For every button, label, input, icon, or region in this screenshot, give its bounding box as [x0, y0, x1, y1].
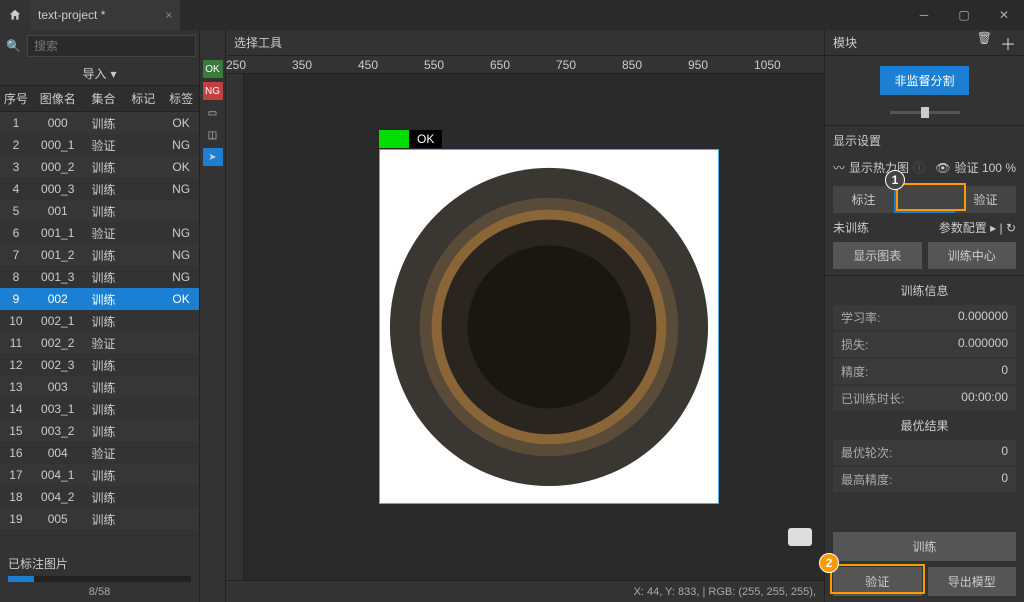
- table-row[interactable]: 5001训练: [0, 200, 199, 222]
- table-row[interactable]: 1000训练OK: [0, 112, 199, 134]
- table-row[interactable]: 16004验证: [0, 442, 199, 464]
- titlebar: text-project * × ─ ▢ ✕: [0, 0, 1024, 30]
- select-tool[interactable]: ◫: [203, 126, 223, 144]
- keyboard-icon[interactable]: [788, 528, 812, 546]
- table-row[interactable]: 7001_2训练NG: [0, 244, 199, 266]
- progress-text: 8/58: [8, 586, 191, 598]
- table-row[interactable]: 14003_1训练: [0, 398, 199, 420]
- table-row[interactable]: 9002训练OK: [0, 288, 199, 310]
- module-title: 模块: [833, 34, 857, 51]
- table-row[interactable]: 12002_3训练: [0, 354, 199, 376]
- tab-label[interactable]: 标注: [833, 186, 894, 213]
- table-row[interactable]: 17004_1训练: [0, 464, 199, 486]
- train-info-title: 训练信息: [833, 282, 1016, 299]
- ruler-vertical: [226, 74, 244, 580]
- show-chart-button[interactable]: 显示图表: [833, 242, 922, 269]
- canvas-title: 选择工具: [226, 30, 824, 56]
- info-row: 最高精度:0: [833, 467, 1016, 492]
- add-icon[interactable]: ＋: [1000, 31, 1016, 55]
- table-body: 1000训练OK2000_1验证NG3000_2训练OK4000_3训练NG50…: [0, 112, 199, 551]
- train-button[interactable]: 训练: [833, 532, 1016, 561]
- canvas-panel: 选择工具 2503504505506507508509501050 OK: [226, 30, 824, 602]
- progress-bar: [8, 576, 191, 582]
- canvas-area[interactable]: OK: [244, 74, 824, 580]
- ok-tool[interactable]: OK: [203, 60, 223, 78]
- table-row[interactable]: 8001_3训练NG: [0, 266, 199, 288]
- ng-tool[interactable]: NG: [203, 82, 223, 100]
- export-button[interactable]: 导出模型: [928, 567, 1017, 596]
- table-row[interactable]: 19005训练: [0, 508, 199, 530]
- image-label: OK: [379, 130, 442, 148]
- table-row[interactable]: 6001_1验证NG: [0, 222, 199, 244]
- project-tab[interactable]: text-project * ×: [30, 0, 180, 30]
- table-row[interactable]: 18004_2训练: [0, 486, 199, 508]
- eye-icon[interactable]: 👁: [935, 161, 950, 175]
- rect-tool[interactable]: ▭: [203, 104, 223, 122]
- table-header: 序号 图像名 集合 标记 标签: [0, 86, 199, 112]
- info-row: 学习率:0.000000: [833, 305, 1016, 330]
- tab-label: text-project *: [38, 8, 105, 22]
- callout-1: 1: [885, 170, 905, 190]
- info-row: 最优轮次:0: [833, 440, 1016, 465]
- tab-close-icon[interactable]: ×: [165, 8, 172, 22]
- arrow-tool[interactable]: ➤: [203, 148, 223, 166]
- module-slider[interactable]: [825, 105, 1024, 119]
- delete-icon[interactable]: 🗑: [977, 31, 992, 55]
- table-row[interactable]: 4000_3训练NG: [0, 178, 199, 200]
- info-row: 精度:0: [833, 359, 1016, 384]
- train-center-button[interactable]: 训练中心: [928, 242, 1017, 269]
- table-row[interactable]: 2000_1验证NG: [0, 134, 199, 156]
- table-row[interactable]: 11002_2验证: [0, 332, 199, 354]
- tool-column: OK NG ▭ ◫ ➤: [200, 30, 226, 602]
- search-icon: 🔍: [6, 37, 21, 55]
- minimize-icon[interactable]: ─: [904, 0, 944, 30]
- callout-2: 2: [819, 553, 839, 573]
- search-input[interactable]: [27, 35, 196, 57]
- right-panel: 模块 🗑 ＋ 非监督分割 显示设置 〰显示热力图ⓘ 👁验证 100 % 标注 训…: [824, 30, 1024, 602]
- home-icon[interactable]: [0, 0, 30, 30]
- mode-tabs: 标注 训练 验证 1: [833, 186, 1016, 213]
- info-row: 损失:0.000000: [833, 332, 1016, 357]
- image-frame[interactable]: [379, 149, 719, 504]
- config-link[interactable]: 参数配置 ▸ | ↻: [939, 219, 1016, 236]
- import-button[interactable]: 导入▾: [0, 62, 199, 86]
- untrained-label: 未训练: [833, 219, 869, 236]
- maximize-icon[interactable]: ▢: [944, 0, 984, 30]
- best-title: 最优结果: [833, 417, 1016, 434]
- footer-label: 已标注图片: [8, 555, 191, 572]
- close-icon[interactable]: ✕: [984, 0, 1024, 30]
- status-bar: X: 44, Y: 833, | RGB: (255, 255, 255),: [226, 580, 824, 602]
- info-row: 已训练时长:00:00:00: [833, 386, 1016, 411]
- ruler-horizontal: 2503504505506507508509501050: [226, 56, 824, 74]
- table-row[interactable]: 13003训练: [0, 376, 199, 398]
- left-panel: 🔍 ▦ ≡ ⚍ 导入▾ 序号 图像名 集合 标记 标签 1000训练OK2000…: [0, 30, 200, 602]
- table-row[interactable]: 10002_1训练: [0, 310, 199, 332]
- table-row[interactable]: 15003_2训练: [0, 420, 199, 442]
- display-title: 显示设置: [833, 132, 1016, 149]
- table-row[interactable]: 3000_2训练OK: [0, 156, 199, 178]
- module-button[interactable]: 非监督分割: [880, 66, 968, 95]
- heatmap-icon: 〰: [833, 159, 845, 176]
